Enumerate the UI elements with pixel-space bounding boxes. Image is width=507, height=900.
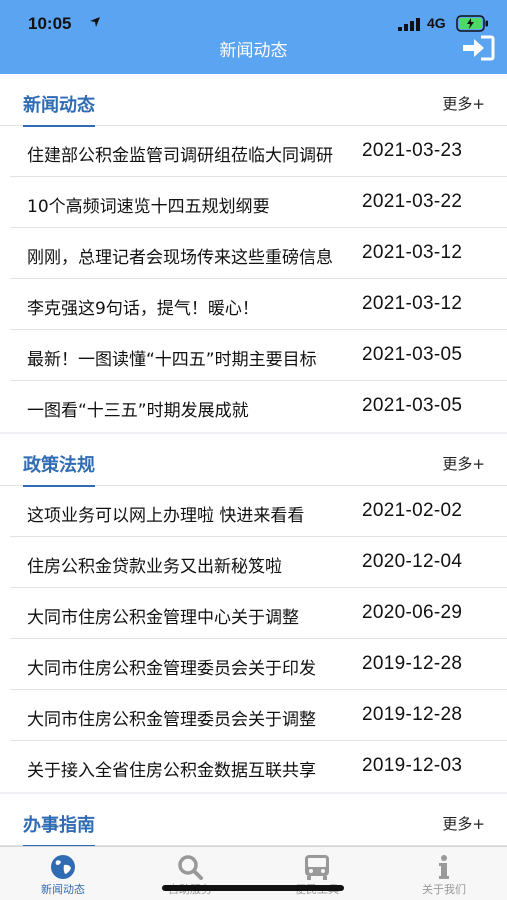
item-date: 2021-03-12	[362, 293, 463, 314]
search-icon	[178, 855, 203, 880]
item-date: 2021-03-05	[362, 344, 463, 365]
content-area[interactable]: 新闻动态 更多+ 住建部公积金监管司调研组莅临大同调研 2021-03-23 1…	[0, 74, 507, 846]
info-icon	[439, 855, 449, 879]
item-date: 2021-03-05	[362, 395, 463, 416]
list-item[interactable]: 李克强这9句话，提气！暖心！ 2021-03-12	[10, 279, 507, 330]
item-title: 大同市住房公积金管理委员会关于印发	[27, 659, 316, 679]
logout-icon[interactable]	[461, 35, 495, 61]
list-item[interactable]: 刚刚，总理记者会现场传来这些重磅信息 2021-03-12	[10, 228, 507, 279]
section-title: 新闻动态	[23, 91, 95, 127]
list-item[interactable]: 大同市住房公积金管理委员会关于印发 2019-12-28	[10, 639, 507, 690]
item-title: 10个高频词速览十四五规划纲要	[27, 197, 270, 217]
tab-news[interactable]: 新闻动态	[0, 847, 126, 900]
app-header: 10:05 4G 新闻动态	[0, 0, 507, 74]
item-date: 2021-03-12	[362, 242, 463, 263]
cellular-signal-icon	[398, 18, 420, 31]
item-title: 大同市住房公积金管理中心关于调整	[27, 608, 299, 628]
more-link[interactable]: 更多+	[442, 453, 485, 474]
list-item[interactable]: 一图看“十三五”时期发展成就 2021-03-05	[10, 381, 507, 432]
more-link[interactable]: 更多+	[442, 813, 485, 834]
item-title: 一图看“十三五”时期发展成就	[27, 401, 249, 421]
item-date: 2020-12-04	[362, 551, 463, 572]
globe-icon	[51, 855, 75, 879]
list-item[interactable]: 这项业务可以网上办理啦 快进来看看 2021-02-02	[10, 486, 507, 537]
page-title: 新闻动态	[219, 41, 288, 61]
tab-self-service[interactable]: 自助服务	[127, 847, 253, 900]
list-item[interactable]: 住房公积金贷款业务又出新秘笈啦 2020-12-04	[10, 537, 507, 588]
item-title: 关于接入全省住房公积金数据互联共享	[27, 761, 316, 781]
status-time: 10:05	[28, 14, 72, 33]
item-date: 2021-03-22	[362, 191, 463, 212]
item-date: 2019-12-28	[362, 653, 463, 674]
item-title: 大同市住房公积金管理委员会关于调整	[27, 710, 316, 730]
item-date: 2020-06-29	[362, 602, 463, 623]
network-type: 4G	[427, 15, 446, 31]
tab-label: 关于我们	[422, 883, 466, 896]
item-date: 2019-12-03	[362, 755, 463, 776]
section-header: 新闻动态 更多+	[0, 74, 507, 127]
item-title: 刚刚，总理记者会现场传来这些重磅信息	[27, 248, 333, 268]
list-item[interactable]: 大同市住房公积金管理中心关于调整 2020-06-29	[10, 588, 507, 639]
news-section: 新闻动态 更多+ 住建部公积金监管司调研组莅临大同调研 2021-03-23 1…	[0, 74, 507, 432]
item-date: 2019-12-28	[362, 704, 463, 725]
section-header: 政策法规 更多+	[0, 434, 507, 487]
location-arrow-icon	[90, 17, 100, 27]
more-link[interactable]: 更多+	[442, 93, 485, 114]
item-title: 住建部公积金监管司调研组莅临大同调研	[27, 146, 333, 166]
tab-label: 新闻动态	[41, 883, 85, 896]
list-item[interactable]: 住建部公积金监管司调研组莅临大同调研 2021-03-23	[10, 126, 507, 177]
item-title: 最新！一图读懂“十四五”时期主要目标	[27, 350, 317, 370]
home-indicator	[162, 885, 344, 891]
item-title: 这项业务可以网上办理啦 快进来看看	[27, 506, 305, 526]
tab-about[interactable]: 关于我们	[381, 847, 507, 900]
list-item[interactable]: 10个高频词速览十四五规划纲要 2021-03-22	[10, 177, 507, 228]
list-item[interactable]: 最新！一图读懂“十四五”时期主要目标 2021-03-05	[10, 330, 507, 381]
list-item[interactable]: 大同市住房公积金管理委员会关于调整 2019-12-28	[10, 690, 507, 741]
bus-icon	[305, 855, 329, 880]
guide-section: 办事指南 更多+	[0, 794, 507, 846]
item-title: 李克强这9句话，提气！暖心！	[27, 299, 259, 319]
section-title: 办事指南	[23, 811, 95, 846]
item-title: 住房公积金贷款业务又出新秘笈啦	[27, 557, 282, 577]
status-bar: 10:05 4G	[0, 0, 507, 34]
item-date: 2021-03-23	[362, 140, 463, 161]
list-item[interactable]: 关于接入全省住房公积金数据互联共享 2019-12-03	[10, 741, 507, 792]
section-header: 办事指南 更多+	[0, 794, 507, 846]
section-title: 政策法规	[23, 451, 95, 487]
item-date: 2021-02-02	[362, 500, 463, 521]
battery-charging-icon	[456, 15, 488, 32]
tab-bar: 新闻动态 自助服务 便民工具 关于我们	[0, 846, 507, 900]
policy-section: 政策法规 更多+ 这项业务可以网上办理啦 快进来看看 2021-02-02 住房…	[0, 434, 507, 792]
tab-tools[interactable]: 便民工具	[254, 847, 380, 900]
